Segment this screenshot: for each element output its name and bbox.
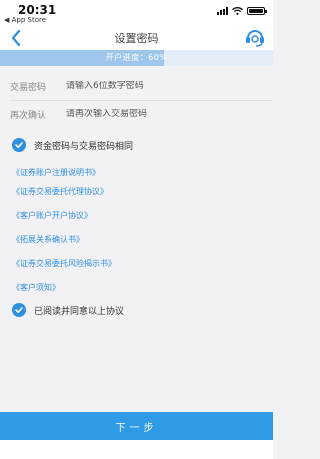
- agreement-link-trading-proxy[interactable]: 《证券交易委托代理协议》: [12, 186, 108, 197]
- agreement-link-risk-disclosure[interactable]: 《证券交易委托风险揭示书》: [12, 258, 116, 269]
- checkmark-icon: [12, 138, 26, 152]
- next-step-button[interactable]: 下一步: [0, 412, 273, 440]
- agreement-link-account-opening[interactable]: 《客户账户开户协议》: [12, 210, 92, 221]
- checkmark-icon: [12, 303, 26, 317]
- confirm-password-row: 再次确认: [0, 101, 273, 127]
- progress-text: 开户进度：60%: [105, 53, 168, 62]
- signal-icon: [217, 7, 228, 15]
- confirm-password-label: 再次确认: [10, 110, 47, 121]
- agreement-link-customer-notice[interactable]: 《客户须知》: [12, 282, 60, 293]
- back-to-app-store-link[interactable]: ◀ App Store: [4, 16, 46, 24]
- navigation-bar: 设置密码: [0, 26, 273, 50]
- wifi-icon: [232, 7, 243, 15]
- agreement-link-account-registration[interactable]: 《证券账户注册说明书》: [12, 167, 100, 178]
- agreement-link-relationship-confirmation[interactable]: 《拓展关系确认书》: [12, 234, 84, 245]
- status-time: 20:31: [18, 3, 57, 17]
- battery-icon: [247, 7, 267, 15]
- status-bar: 20:31 ◀ App Store: [0, 0, 273, 26]
- confirm-password-input[interactable]: [66, 109, 246, 119]
- status-icons: [217, 7, 267, 15]
- trade-password-row: 交易密码: [0, 73, 273, 99]
- same-password-label: 资金密码与交易密码相同: [34, 141, 134, 152]
- home-indicator-area: [0, 440, 273, 459]
- same-password-checkbox[interactable]: 资金密码与交易密码相同: [12, 138, 133, 152]
- customer-service-icon[interactable]: [243, 27, 267, 49]
- agree-terms-checkbox[interactable]: 已阅读并同意以上协议: [12, 303, 124, 317]
- trade-password-input[interactable]: [66, 81, 246, 91]
- progress-bar: 开户进度：60%: [0, 50, 273, 66]
- agree-terms-label: 已阅读并同意以上协议: [34, 306, 125, 317]
- trade-password-label: 交易密码: [10, 82, 47, 93]
- page-title: 设置密码: [114, 32, 159, 45]
